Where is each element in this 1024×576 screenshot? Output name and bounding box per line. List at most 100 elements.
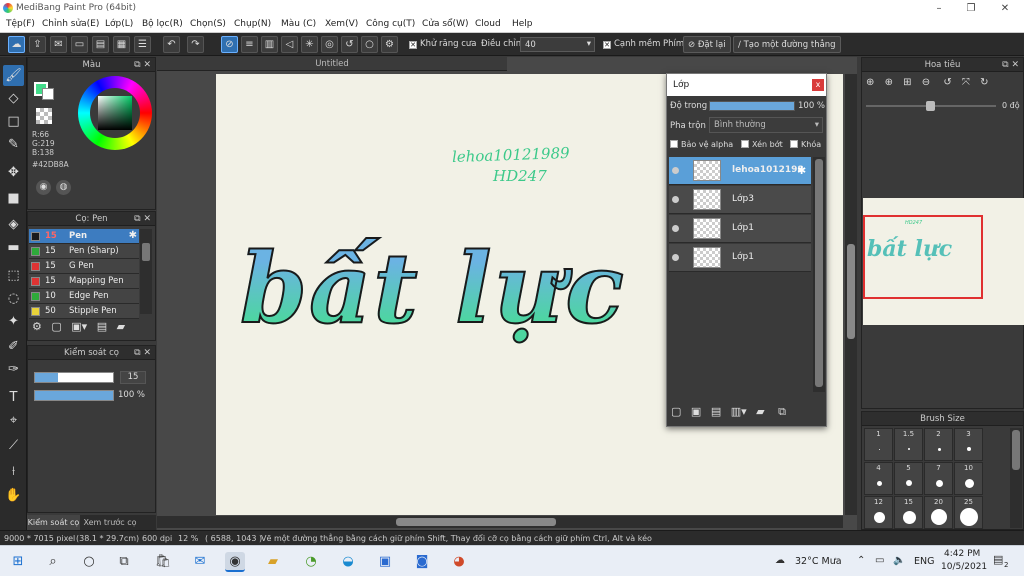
brush-list-item[interactable]: 15 G Pen (29, 259, 139, 274)
horizontal-scrollbar[interactable] (157, 516, 843, 528)
brush-size-cell[interactable]: 7 (924, 462, 953, 495)
brush-size-slider[interactable] (34, 372, 114, 383)
select-pen-icon[interactable]: ✐ (3, 336, 24, 357)
menu-help[interactable]: Help (512, 19, 533, 29)
brush-size-cell[interactable]: 2 (924, 428, 953, 461)
menu-select[interactable]: Chọn(S) (190, 19, 226, 29)
panel-controls-icon[interactable]: ⧉ ✕ (134, 346, 151, 360)
share-icon[interactable]: ⇪ (29, 36, 46, 53)
language-indicator[interactable]: ENG (914, 556, 934, 567)
panel-controls-icon[interactable]: ⧉ ✕ (134, 58, 151, 72)
visibility-eye-icon[interactable] (672, 225, 679, 232)
layer-properties-icon[interactable]: ▤ (711, 405, 721, 418)
add-brush-icon[interactable]: ▣▾ (71, 320, 87, 333)
brush-settings-icon[interactable]: ⚙ (32, 320, 42, 333)
circle-snap-icon[interactable]: ◎ (321, 36, 338, 53)
brush-size-cell[interactable]: 1 (864, 428, 893, 461)
protect-alpha-checkbox[interactable]: Bảo vệ alpha (670, 140, 733, 149)
transparent-swatch[interactable] (36, 108, 52, 124)
settings-gear-icon[interactable]: ⚙ (381, 36, 398, 53)
soft-edge-checkbox[interactable]: ✕ Cạnh mềm (603, 39, 660, 49)
brush-size-cell[interactable]: 20 (924, 496, 953, 529)
brush-list-item[interactable]: 15 Mapping Pen (29, 274, 139, 289)
secondary-color-swatch[interactable] (42, 88, 54, 100)
zoom-out-icon[interactable]: ⊖ (922, 77, 930, 88)
layer-row[interactable]: Lớp1 (669, 215, 811, 243)
brush-settings-gear-icon[interactable]: ✱ (129, 230, 137, 241)
zoom-in-icon[interactable]: ⊕ (866, 77, 874, 88)
file-explorer-icon[interactable]: ▰ (263, 552, 283, 572)
weather-text[interactable]: 32°C Mưa (795, 556, 842, 567)
lasso-tool-icon[interactable]: ◌ (3, 288, 24, 309)
undo-icon[interactable]: ↶ (163, 36, 180, 53)
saturation-value-square[interactable] (98, 96, 132, 130)
duplicate-layer-icon[interactable]: ▣ (691, 405, 701, 418)
brush-size-cell[interactable]: 3 (954, 428, 983, 461)
clipping-checkbox[interactable]: Xén bớt (741, 140, 783, 149)
network-icon[interactable]: ▭ (875, 555, 884, 566)
brush-opacity-slider[interactable] (34, 390, 114, 401)
adjust-combo[interactable]: 40 ▾ (520, 37, 595, 52)
medibang-taskbar-icon[interactable]: ◉ (225, 552, 245, 572)
move-tool-icon[interactable]: ✥ (3, 162, 24, 183)
menu-tools[interactable]: Công cụ(T) (366, 19, 415, 29)
antialias-checkbox[interactable]: ✕ Khử răng cưa (409, 39, 477, 49)
vertical-scrollbar[interactable] (845, 74, 857, 515)
brush-size-value[interactable]: 15 (120, 371, 146, 384)
rotate-left-icon[interactable]: ↺ (943, 77, 951, 88)
brush-list-item[interactable]: 15 Pen (Sharp) (29, 244, 139, 259)
menu-file[interactable]: Tệp(F) (6, 19, 35, 29)
layer-folder-icon[interactable]: ▰ (756, 405, 764, 418)
brush-size-cell[interactable]: 1.5 (894, 428, 923, 461)
windows-start-icon[interactable]: ⊞ (8, 552, 28, 572)
maximize-button[interactable]: ❐ (956, 1, 986, 16)
rotate-right-icon[interactable]: ↻ (980, 77, 988, 88)
magic-wand-icon[interactable]: ✦ (3, 311, 24, 332)
rotation-slider[interactable] (866, 101, 996, 111)
menu-edit[interactable]: Chỉnh sửa(E) (42, 19, 99, 29)
new-brush-icon[interactable]: ▢ (51, 320, 61, 333)
operation-tool-icon[interactable]: ⌖ (3, 410, 24, 431)
grid-snap-icon[interactable]: ▥ (261, 36, 278, 53)
ellipse-snap-icon[interactable]: ○ (361, 36, 378, 53)
fill-tool-icon[interactable]: ◈ (3, 214, 24, 235)
navigator-preview[interactable]: HD247 bất lực (863, 198, 1024, 325)
reset-button[interactable]: ⊘ Đặt lại (683, 36, 731, 53)
close-icon[interactable]: x (812, 79, 824, 91)
layer-row[interactable]: lehoa1012198 ✱ (669, 157, 811, 185)
list-icon[interactable]: ☰ (134, 36, 151, 53)
zoom-app-icon[interactable]: ▣ (375, 552, 395, 572)
brush-list-item[interactable]: 50 Stipple Pen (29, 304, 139, 319)
brush-folder-icon[interactable]: ▰ (117, 320, 125, 333)
menu-cloud[interactable]: Cloud (475, 19, 501, 29)
hand-tool-icon[interactable]: ✋ (3, 485, 24, 506)
layer-row[interactable]: Lớp3 (669, 186, 811, 214)
zoom-in-alt-icon[interactable]: ⊕ (885, 77, 893, 88)
reset-view-icon[interactable]: ⤧ (962, 77, 970, 88)
menu-view[interactable]: Xem(V) (325, 19, 358, 29)
store-icon[interactable]: 🛍 (153, 552, 173, 572)
brush-size-cell[interactable]: 4 (864, 462, 893, 495)
straight-line-button[interactable]: ∕ Tạo một đường thẳng (733, 36, 841, 53)
brush-size-cell[interactable]: 15 (894, 496, 923, 529)
select-eraser-icon[interactable]: ✑ (3, 359, 24, 380)
hue-wheel[interactable] (78, 76, 152, 150)
dot-tool-icon[interactable]: □ (3, 111, 24, 132)
app-icon[interactable]: ◔ (301, 552, 321, 572)
comment-icon[interactable]: ✉ (50, 36, 67, 53)
curve-snap-icon[interactable]: ↺ (341, 36, 358, 53)
layer-settings-gear-icon[interactable]: ✱ (797, 164, 806, 177)
gradient-tool-icon[interactable]: ▬ (3, 237, 24, 258)
eyedropper-icon[interactable]: ⟊ (3, 461, 24, 482)
edge-icon[interactable]: ◒ (338, 552, 358, 572)
menu-capture[interactable]: Chụp(N) (234, 19, 271, 29)
viewport-frame[interactable] (863, 215, 983, 299)
shape-tool-icon[interactable]: ■ (3, 188, 24, 209)
add-layer-menu-icon[interactable]: ▥▾ (731, 405, 747, 418)
visibility-eye-icon[interactable] (672, 254, 679, 261)
visibility-eye-icon[interactable] (672, 167, 679, 174)
mail-icon[interactable]: ✉ (190, 552, 210, 572)
document-icon[interactable]: ▤ (92, 36, 109, 53)
menu-layer[interactable]: Lớp(L) (105, 19, 133, 29)
brush-list-item[interactable]: 10 Edge Pen (29, 289, 139, 304)
